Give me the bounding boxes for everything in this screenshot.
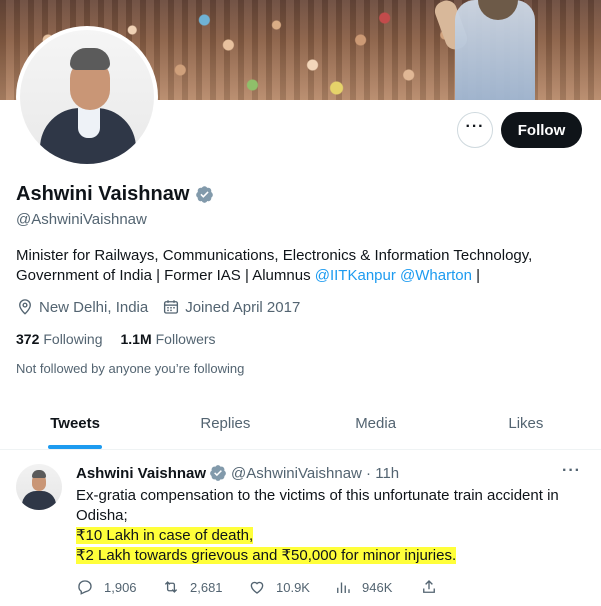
following-link[interactable]: 372 Following (16, 331, 103, 347)
tab-replies[interactable]: Replies (150, 400, 300, 449)
retweet-icon (164, 581, 178, 593)
location-text: New Delhi, India (39, 298, 149, 316)
tab-likes-label: Likes (508, 415, 544, 432)
following-count: 372 (16, 331, 40, 347)
tab-tweets-label: Tweets (50, 415, 100, 432)
not-followed-note: Not followed by anyone you’re following (16, 361, 245, 376)
profile-avatar[interactable] (16, 26, 158, 168)
like-icon (250, 581, 264, 594)
tab-likes[interactable]: Likes (451, 400, 601, 449)
tweet-highlighted-line: ₹2 Lakh towards grievous and ₹50,000 for… (76, 547, 457, 564)
follow-button[interactable]: Follow (501, 112, 582, 148)
profile-stats: 372 Following 1.1M Followers (16, 331, 234, 347)
tweet-highlighted-line: ₹10 Lakh in case of death, (76, 527, 254, 544)
profile-tabs: Tweets Replies Media Likes (0, 400, 601, 450)
tweet-author-name[interactable]: Ashwini Vaishnaw (76, 465, 206, 482)
tab-tweets[interactable]: Tweets (0, 400, 150, 449)
bio-end: | (471, 267, 481, 284)
reply-button[interactable]: 1,906 (76, 578, 162, 596)
views-count: 946K (362, 579, 393, 595)
tweet-avatar-hair (32, 470, 46, 478)
views-icon (337, 582, 350, 593)
more-options-button[interactable]: ··· (457, 112, 493, 148)
tab-media-label: Media (355, 415, 397, 432)
retweet-count: 2,681 (190, 579, 223, 595)
share-button[interactable] (420, 578, 506, 596)
tweet-more-icon[interactable]: ··· (562, 462, 581, 480)
profile-name-row: Ashwini Vaishnaw (16, 183, 214, 206)
tweet-avatar[interactable] (16, 464, 62, 510)
calendar-icon (164, 300, 179, 314)
followers-link[interactable]: 1.1M Followers (121, 331, 216, 347)
reply-count: 1,906 (104, 579, 137, 595)
verified-badge-icon[interactable] (195, 185, 214, 204)
joined-text: Joined April 2017 (185, 298, 301, 316)
location-pin-icon (19, 299, 31, 315)
views-button[interactable]: 946K (334, 578, 420, 596)
followers-label: Followers (155, 331, 216, 347)
tweet-handle-time[interactable]: @AshwiniVaishnaw · 11h (231, 465, 399, 482)
joined-item: Joined April 2017 (162, 298, 300, 316)
bio-link-wharton[interactable]: @Wharton (400, 267, 472, 284)
tab-media[interactable]: Media (301, 400, 451, 449)
like-button[interactable]: 10.9K (248, 578, 334, 596)
verified-badge-icon (210, 465, 226, 481)
profile-bio: Minister for Railways, Communications, E… (16, 246, 576, 286)
followers-count: 1.1M (120, 331, 152, 347)
tweet-actions: 1,906 2,681 10.9K 946K (76, 578, 506, 596)
share-icon (423, 580, 435, 593)
profile-name: Ashwini Vaishnaw (16, 183, 190, 205)
tab-replies-label: Replies (200, 415, 251, 432)
profile-meta: New Delhi, India Joined April 2017 (16, 298, 314, 316)
tweet-header: Ashwini Vaishnaw @AshwiniVaishnaw · 11h (76, 464, 399, 482)
bio-link-iitkanpur[interactable]: @IITKanpur (315, 267, 396, 284)
tweet[interactable]: Ashwini Vaishnaw @AshwiniVaishnaw · 11h … (0, 450, 601, 606)
avatar-shirt (78, 108, 100, 138)
retweet-button[interactable]: 2,681 (162, 578, 248, 596)
profile-handle: @AshwiniVaishnaw (16, 211, 147, 228)
tweet-avatar-body (22, 491, 56, 510)
more-icon: ··· (465, 118, 485, 135)
avatar-hair (70, 48, 110, 70)
following-label: Following (43, 331, 103, 347)
reply-icon (78, 580, 92, 595)
tweet-text: Ex-gratia compensation to the victims of… (76, 486, 586, 566)
location-item: New Delhi, India (16, 298, 148, 316)
tweet-text-line: Ex-gratia compensation to the victims of… (76, 487, 559, 524)
active-tab-indicator (48, 445, 103, 449)
like-count: 10.9K (276, 579, 310, 595)
avatar-image (20, 30, 154, 164)
